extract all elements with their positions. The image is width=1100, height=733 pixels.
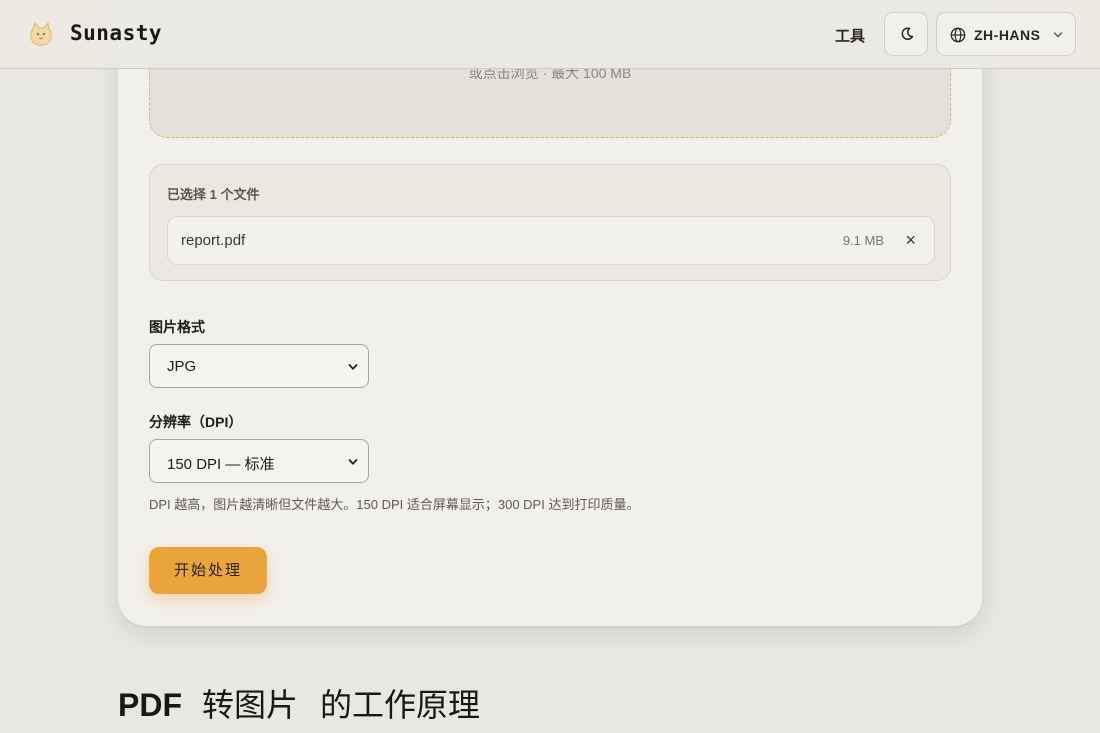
theme-toggle-button[interactable]	[884, 12, 928, 56]
language-label: ZH-HANS	[974, 27, 1041, 43]
file-size: 9.1 MB	[842, 233, 884, 248]
nav-tools-link[interactable]: 工具	[835, 25, 865, 46]
dpi-help-text: DPI 越高，图片越清晰但文件越大。150 DPI 适合屏幕显示；300 DPI…	[149, 497, 640, 512]
language-selector[interactable]: ZH-HANS	[936, 12, 1076, 56]
converter-card: 或点击浏览 · 最大 100 MB 已选择 1 个文件 report.pdf 9…	[118, 0, 982, 626]
section-title-pdf: PDF	[118, 687, 182, 723]
format-label: 图片格式	[149, 319, 205, 335]
selected-files-panel: 已选择 1 个文件 report.pdf 9.1 MB ×	[149, 164, 951, 281]
file-item: report.pdf 9.1 MB ×	[167, 216, 935, 265]
chevron-down-icon	[1053, 32, 1063, 38]
close-icon[interactable]: ×	[905, 229, 916, 251]
dpi-select[interactable]: 150 DPI — 标准	[149, 439, 369, 483]
selected-files-title: 已选择 1 个文件	[167, 187, 260, 202]
file-name: report.pdf	[181, 232, 246, 249]
format-select[interactable]: JPG	[149, 344, 369, 388]
chevron-down-icon	[348, 364, 358, 370]
cat-logo-icon[interactable]	[27, 20, 55, 48]
brand-name[interactable]: Sunasty	[70, 21, 162, 45]
start-processing-button[interactable]: 开始处理	[149, 547, 267, 594]
section-title-how: 的工作原理	[320, 686, 481, 724]
moon-icon	[901, 27, 914, 40]
dpi-select-value: 150 DPI — 标准	[167, 456, 275, 473]
section-title: PDF 转图片 的工作原理	[118, 680, 480, 726]
format-select-value: JPG	[167, 358, 197, 375]
chevron-down-icon	[348, 459, 358, 465]
globe-icon	[950, 27, 966, 43]
top-header: Sunasty 工具 ZH-HANS	[0, 0, 1100, 69]
dpi-label: 分辨率（DPI）	[149, 414, 243, 430]
section-title-convert: 转图片	[202, 686, 299, 724]
